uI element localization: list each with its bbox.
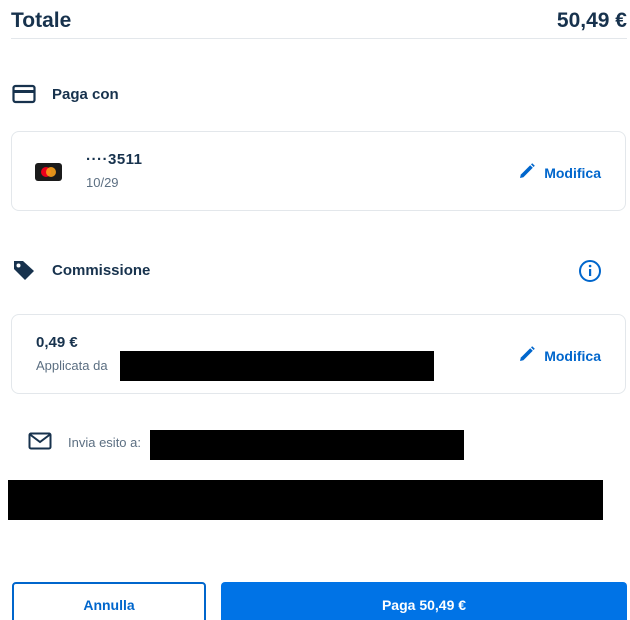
mastercard-icon (35, 163, 62, 181)
edit-fee-button[interactable]: Modifica (518, 345, 601, 366)
pay-with-label: Paga con (52, 85, 119, 103)
edit-payment-button[interactable]: Modifica (518, 162, 601, 183)
pay-button[interactable]: Paga 50,49 € (221, 582, 627, 620)
info-icon[interactable] (578, 259, 602, 288)
pencil-icon (518, 345, 536, 366)
redacted-block (8, 480, 603, 520)
payment-summary-page: Totale 50,49 € Paga con ····3511 10/29 M (0, 0, 630, 620)
mail-icon (28, 432, 52, 453)
redacted-email (150, 430, 464, 460)
card-expiry: 10/29 (86, 175, 119, 190)
tag-icon (12, 259, 36, 281)
card-number: ····3511 (86, 151, 143, 168)
pencil-icon (518, 162, 536, 183)
email-receipt-row: Invia esito a: (28, 432, 141, 453)
redacted-provider (120, 351, 434, 381)
cancel-button[interactable]: Annulla (12, 582, 206, 620)
fee-header: Commissione (12, 259, 150, 281)
total-amount: 50,49 € (556, 9, 627, 32)
credit-card-icon (12, 84, 36, 104)
email-label: Invia esito a: (68, 435, 141, 450)
fee-amount: 0,49 € (36, 334, 78, 351)
fee-label: Commissione (52, 261, 151, 279)
fee-applied-by-label: Applicata da (36, 358, 108, 373)
total-row: Totale 50,49 € (11, 4, 627, 39)
edit-payment-label: Modifica (544, 164, 601, 181)
pay-with-header: Paga con (12, 84, 119, 104)
payment-method-card: ····3511 10/29 Modifica (11, 131, 626, 211)
fee-card: 0,49 € Applicata da Modifica (11, 314, 626, 394)
total-label: Totale (11, 9, 72, 32)
edit-fee-label: Modifica (544, 347, 601, 364)
